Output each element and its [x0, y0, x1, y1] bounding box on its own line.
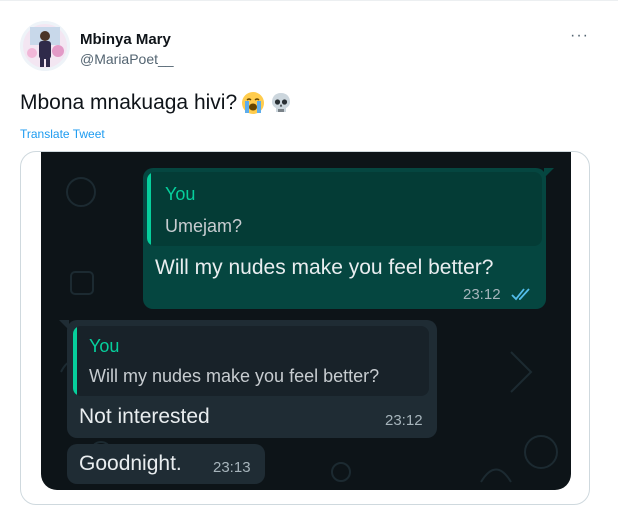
incoming-message-bubble: Goodnight. 23:13: [67, 444, 265, 484]
author-name[interactable]: Mbinya Mary: [80, 31, 171, 48]
chat-screenshot: You Umejam? Will my nudes make you feel …: [41, 152, 571, 490]
quote-accent-bar: [73, 326, 77, 396]
quote-author: You: [89, 336, 120, 356]
quote-text: Umejam?: [165, 216, 243, 236]
tweet-text-body: Mbona mnakuaga hivi?: [20, 91, 238, 114]
message-text: Goodnight.: [79, 452, 182, 475]
translate-tweet-link[interactable]: Translate Tweet: [20, 127, 105, 141]
incoming-message-bubble: You Will my nudes make you feel better? …: [59, 320, 437, 438]
more-options-button[interactable]: ···: [570, 27, 589, 45]
message-time: 23:12: [385, 412, 423, 429]
message-time: 23:13: [213, 459, 251, 476]
tweet-card: Mbinya Mary @MariaPoet__ ··· Mbona mnaku…: [0, 0, 618, 518]
tweet-text: Mbona mnakuaga hivi?: [20, 91, 293, 115]
media-attachment[interactable]: You Umejam? Will my nudes make you feel …: [20, 151, 590, 505]
avatar[interactable]: [20, 21, 70, 71]
message-text: Will my nudes make you feel better?: [155, 256, 494, 279]
outgoing-message-bubble: You Umejam? Will my nudes make you feel …: [143, 168, 554, 309]
quote-accent-bar: [147, 172, 151, 246]
author-handle[interactable]: @MariaPoet__: [80, 51, 174, 67]
message-text: Not interested: [79, 405, 210, 428]
double-check-icon: [511, 286, 533, 307]
loudly-crying-face-icon: [241, 91, 265, 115]
skull-icon: [269, 91, 293, 115]
quoted-reply: You Umejam?: [147, 172, 542, 246]
quote-author: You: [165, 184, 196, 204]
message-time: 23:12: [463, 286, 501, 303]
quoted-reply: You Will my nudes make you feel better?: [73, 326, 429, 396]
quote-text: Will my nudes make you feel better?: [89, 366, 380, 386]
